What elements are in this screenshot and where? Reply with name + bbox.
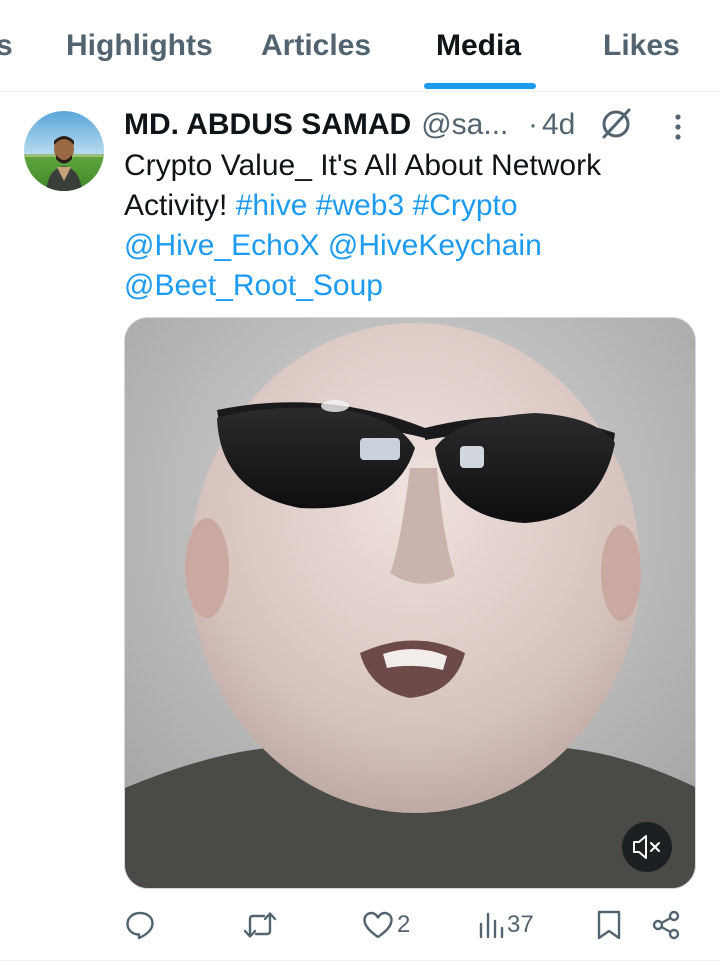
views-icon bbox=[479, 912, 504, 939]
hashtag-link[interactable]: #web3 bbox=[316, 189, 404, 222]
tab-articles[interactable]: Articles bbox=[261, 0, 371, 91]
video-player[interactable] bbox=[124, 317, 696, 889]
reply-icon bbox=[126, 911, 154, 940]
profile-tab-bar: s Highlights Articles Media Likes bbox=[0, 0, 720, 92]
share-button[interactable] bbox=[650, 900, 682, 950]
hashtag-link[interactable]: #Crypto bbox=[413, 189, 518, 222]
mention-link[interactable]: @HiveKeychain bbox=[328, 229, 542, 262]
like-icon bbox=[363, 911, 393, 939]
separator-dot: · bbox=[528, 108, 538, 141]
tab-media[interactable]: Media bbox=[436, 0, 521, 91]
bookmark-button[interactable] bbox=[596, 900, 622, 950]
share-icon bbox=[652, 910, 680, 940]
views-count: 37 bbox=[507, 911, 534, 938]
repost-icon bbox=[243, 912, 277, 938]
post-header: MD. ABDUS SAMAD @sa... · 4d bbox=[124, 104, 704, 146]
tab-highlights[interactable]: Highlights bbox=[66, 0, 213, 91]
mention-link[interactable]: @Hive_EchoX bbox=[124, 229, 320, 262]
avatar[interactable] bbox=[24, 111, 104, 191]
views-button[interactable]: 37 bbox=[478, 900, 534, 950]
tab-partial[interactable]: s bbox=[0, 0, 13, 91]
author-display-name[interactable]: MD. ABDUS SAMAD bbox=[124, 108, 411, 142]
post-divider bbox=[0, 960, 720, 961]
like-count: 2 bbox=[397, 911, 411, 938]
more-vertical-icon[interactable] bbox=[670, 112, 686, 142]
grok-icon[interactable] bbox=[598, 106, 634, 142]
active-tab-indicator bbox=[424, 83, 536, 89]
mute-icon bbox=[633, 835, 660, 859]
tab-likes[interactable]: Likes bbox=[603, 0, 680, 91]
repost-button[interactable] bbox=[242, 900, 281, 950]
avatar-image bbox=[24, 111, 104, 191]
mute-button[interactable] bbox=[622, 822, 672, 872]
post-time[interactable]: 4d bbox=[542, 108, 575, 142]
post-text: Crypto Value_ It's All About Network Act… bbox=[124, 146, 684, 306]
post-actions: 2 37 bbox=[0, 900, 720, 950]
video-frame bbox=[125, 318, 695, 888]
like-button[interactable]: 2 bbox=[362, 900, 410, 950]
mention-link[interactable]: @Beet_Root_Soup bbox=[124, 269, 383, 302]
bookmark-icon bbox=[597, 910, 621, 940]
hashtag-link[interactable]: #hive bbox=[236, 189, 308, 222]
author-handle[interactable]: @sa... bbox=[421, 108, 508, 142]
reply-button[interactable] bbox=[124, 900, 159, 950]
